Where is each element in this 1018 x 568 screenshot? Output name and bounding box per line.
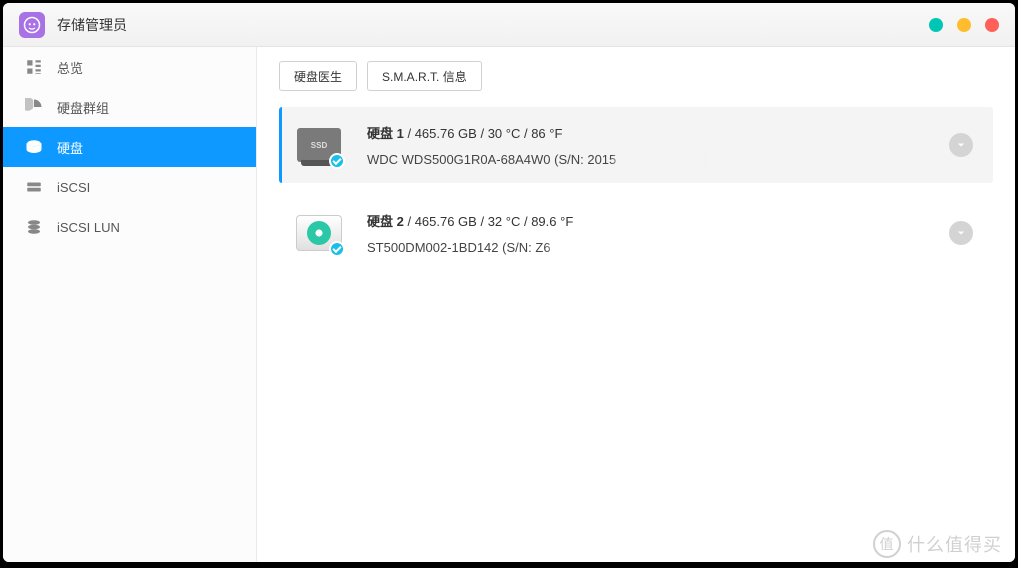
status-ok-badge [329, 153, 345, 169]
toolbar: 硬盘医生 S.M.A.R.T. 信息 [279, 61, 993, 91]
hdd-icon [295, 213, 343, 253]
disk-icon [25, 138, 43, 156]
disk-model: ST500DM002-1BD142 (S/N: Z6XXXXXXX [367, 240, 925, 255]
diskgroup-icon [25, 98, 43, 116]
expand-button[interactable] [949, 133, 973, 157]
disk-info: 硬盘 2 / 465.76 GB / 32 °C / 89.6 °F ST500… [367, 211, 925, 255]
disk-list: SSD 硬盘 1 / 465.76 GB / 30 °C / 86 °F WDC… [279, 107, 993, 271]
sidebar-item-label: 总览 [57, 58, 83, 77]
disk-info: 硬盘 1 / 465.76 GB / 30 °C / 86 °F WDC WDS… [367, 123, 925, 167]
ssd-icon: SSD [295, 125, 343, 165]
sidebar-item-label: iSCSI LUN [57, 220, 120, 235]
redacted-sn: XXXXXXX [551, 240, 612, 255]
sidebar-item-disk[interactable]: 硬盘 [3, 127, 256, 167]
content-area: 硬盘医生 S.M.A.R.T. 信息 SSD 硬盘 1 / 465.76 GB … [257, 47, 1015, 562]
sidebar-item-iscsi[interactable]: iSCSI [3, 167, 256, 207]
sidebar-item-label: 硬盘群组 [57, 98, 109, 117]
sidebar-item-label: iSCSI [57, 180, 90, 195]
disk-row[interactable]: SSD 硬盘 1 / 465.76 GB / 30 °C / 86 °F WDC… [279, 107, 993, 183]
minimize-button[interactable] [929, 18, 943, 32]
iscsi-lun-icon [25, 218, 43, 236]
close-button[interactable] [985, 18, 999, 32]
app-icon [19, 12, 45, 38]
status-ok-badge [329, 241, 345, 257]
disk-row[interactable]: 硬盘 2 / 465.76 GB / 32 °C / 89.6 °F ST500… [279, 195, 993, 271]
sidebar-item-diskgroup[interactable]: 硬盘群组 [3, 87, 256, 127]
sidebar: 总览 硬盘群组 硬盘 iSCSI iSCSI LUN [3, 47, 257, 562]
window-title: 存储管理员 [57, 15, 929, 35]
smart-info-button[interactable]: S.M.A.R.T. 信息 [367, 61, 482, 91]
redacted-sn: XXXXXXXXXX [616, 152, 703, 167]
iscsi-icon [25, 178, 43, 196]
sidebar-item-overview[interactable]: 总览 [3, 47, 256, 87]
maximize-button[interactable] [957, 18, 971, 32]
disk-doctor-button[interactable]: 硬盘医生 [279, 61, 357, 91]
disk-summary: 硬盘 1 / 465.76 GB / 30 °C / 86 °F [367, 123, 925, 142]
expand-button[interactable] [949, 221, 973, 245]
sidebar-item-label: 硬盘 [57, 138, 83, 157]
disk-model: WDC WDS500G1R0A-68A4W0 (S/N: 2015XXXXXXX… [367, 152, 925, 167]
titlebar: 存储管理员 [3, 3, 1015, 47]
window-controls [929, 18, 999, 32]
sidebar-item-iscsi-lun[interactable]: iSCSI LUN [3, 207, 256, 247]
window-body: 总览 硬盘群组 硬盘 iSCSI iSCSI LUN 硬盘医生 S.M. [3, 47, 1015, 562]
overview-icon [25, 58, 43, 76]
disk-summary: 硬盘 2 / 465.76 GB / 32 °C / 89.6 °F [367, 211, 925, 230]
app-window: 存储管理员 总览 硬盘群组 硬盘 iSCSI [3, 3, 1015, 562]
